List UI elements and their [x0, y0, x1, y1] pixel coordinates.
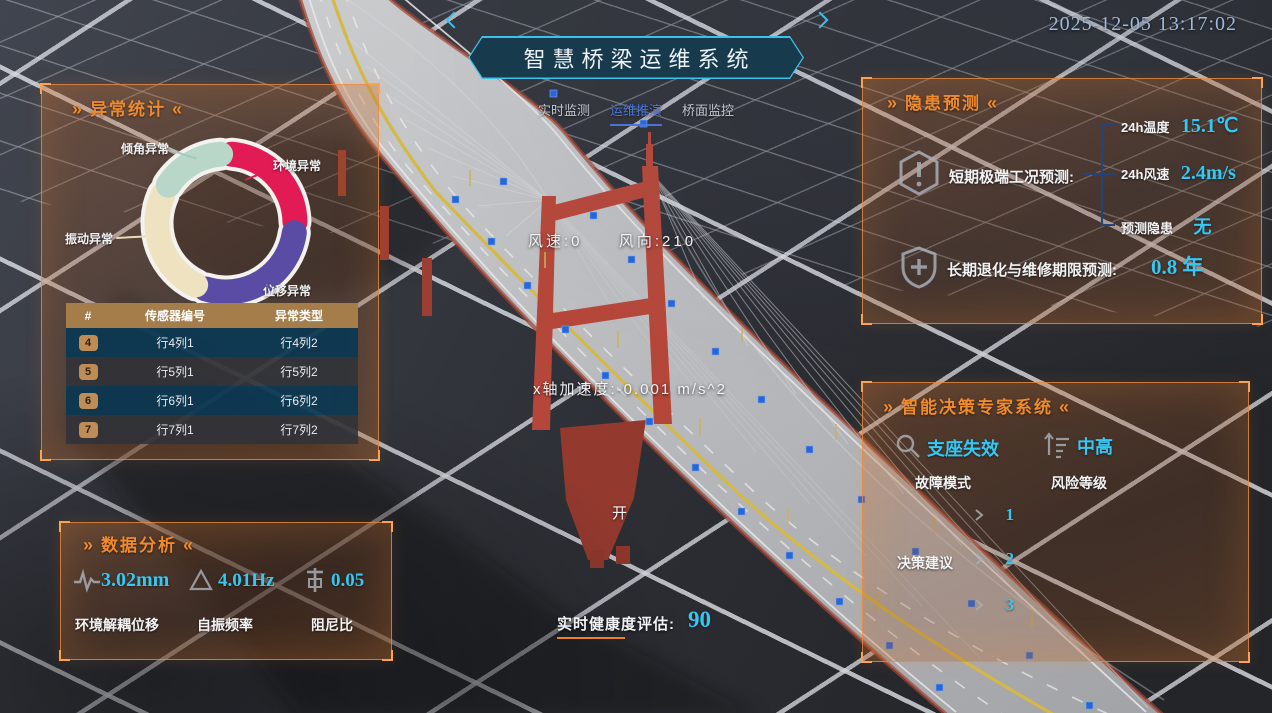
wind-label: 24h风速	[1121, 167, 1169, 182]
table-row[interactable]: 6 行6列1 行6列2	[66, 386, 358, 415]
analysis-panel-title: »数据分析«	[77, 531, 201, 556]
suggestions-label: 决策建议	[897, 553, 953, 573]
triangle-icon	[189, 569, 213, 591]
fault-mode-value: 支座失效	[927, 435, 999, 461]
health-score-value: 90	[688, 607, 711, 633]
wind-value: 2.4m/s	[1181, 162, 1236, 184]
row-index-badge: 7	[79, 422, 98, 438]
hazard-value: 无	[1193, 217, 1211, 237]
temp-label: 24h温度	[1121, 120, 1169, 135]
col-sensor-id: 传感器编号	[110, 303, 240, 328]
col-anomaly-type: 异常类型	[240, 303, 358, 328]
donut-label-tilt: 倾角异常	[121, 140, 169, 157]
tree-branch	[1103, 124, 1115, 126]
health-score-label: 实时健康度评估:	[557, 613, 675, 634]
forecast-temperature-row: 24h温度 15.1℃	[1121, 113, 1238, 138]
col-index: #	[66, 303, 110, 328]
displacement-value: 3.02mm	[101, 569, 169, 592]
anomaly-panel-title: »异常统计«	[66, 95, 190, 120]
alert-hexagon-icon	[897, 149, 941, 197]
forecast-wind-row: 24h风速 2.4m/s	[1121, 162, 1236, 185]
risk-level-label: 风险等级	[1051, 473, 1107, 493]
wind-readout: 风速:0 风向:210	[528, 230, 696, 251]
table-row[interactable]: 5 行5列1 行5列2	[66, 357, 358, 386]
damper-icon	[304, 567, 326, 593]
tree-branch	[1083, 173, 1101, 175]
tab-deck-surveillance[interactable]: 桥面监控	[682, 100, 734, 126]
risk-sort-icon	[1043, 431, 1071, 459]
waveform-icon	[73, 569, 101, 593]
health-underline	[557, 637, 625, 639]
hazard-panel-title: »隐患预测«	[881, 89, 1005, 114]
switch-open-toggle[interactable]: 开	[612, 502, 627, 523]
frequency-value: 4.01Hz	[218, 570, 274, 592]
donut-label-environment: 环境异常	[273, 157, 321, 174]
row-index-badge: 4	[79, 335, 98, 351]
data-analysis-panel: »数据分析« 3.02mm 4.01Hz 0.05 环境解耦位移 自振频率 阻尼…	[60, 522, 392, 660]
hazard-prediction-panel: »隐患预测« 短期极端工况预测: 24h温度 15.1℃ 24h风速 2.4m/…	[862, 78, 1262, 324]
row-index-badge: 6	[79, 393, 98, 409]
shield-plus-icon	[899, 245, 939, 289]
row-index-badge: 5	[79, 364, 98, 380]
frequency-label: 自振频率	[197, 615, 253, 635]
tab-om-simulation[interactable]: 运维推演	[610, 100, 662, 126]
damping-value: 0.05	[331, 570, 364, 592]
tree-branch	[1103, 224, 1115, 226]
displacement-label: 环境解耦位移	[75, 615, 159, 635]
decision-expert-panel: »智能决策专家系统« 支座失效 故障模式 中高 风险等级 决策建议 1 2 3	[862, 382, 1249, 662]
page-title: 智慧桥梁运维系统	[516, 42, 755, 74]
table-row[interactable]: 7 行7列1 行7列2	[66, 415, 358, 444]
tree-branch	[1103, 173, 1115, 175]
title-banner: 智慧桥梁运维系统	[468, 36, 804, 79]
search-icon	[895, 433, 921, 459]
suggestion-item-1[interactable]: 1	[973, 505, 1014, 525]
hazard-label: 预测隐患	[1121, 221, 1173, 236]
fault-mode-label: 故障模式	[915, 473, 971, 493]
chevron-right-icon	[973, 598, 985, 612]
anomaly-table-header-row: # 传感器编号 异常类型	[66, 303, 358, 328]
short-term-forecast-label: 短期极端工况预测:	[949, 166, 1074, 187]
long-term-forecast-label: 长期退化与维修期限预测:	[947, 259, 1117, 280]
damping-label: 阻尼比	[311, 615, 353, 635]
chevron-right-icon	[973, 508, 985, 522]
long-term-forecast-value: 0.8 年	[1151, 251, 1204, 281]
suggestion-item-3[interactable]: 3	[973, 595, 1014, 615]
risk-level-value: 中高	[1077, 433, 1113, 459]
suggestion-item-2[interactable]: 2	[973, 549, 1014, 569]
temp-value: 15.1℃	[1181, 115, 1238, 137]
decision-panel-title: »智能决策专家系统«	[877, 393, 1077, 418]
anomaly-statistics-panel: »异常统计« 倾角异常 环境异常 振动异常 位移异常 # 传感器编号 异常类型 …	[41, 84, 379, 460]
donut-label-displacement: 位移异常	[263, 282, 311, 299]
tab-realtime-monitoring[interactable]: 实时监测	[538, 100, 590, 126]
anomaly-table: # 传感器编号 异常类型 4 行4列1 行4列2 5 行5列1 行5列2 6 行…	[66, 303, 358, 444]
donut-label-vibration: 振动异常	[65, 230, 113, 247]
x-acceleration-readout: x轴加速度:-0.001 m/s^2	[533, 378, 727, 399]
tree-trunk	[1101, 124, 1103, 226]
forecast-hazard-row: 预测隐患 无	[1121, 213, 1211, 239]
wind-direction: 风向:210	[619, 233, 696, 250]
clock: 2025-12-05 13:17:02	[1049, 13, 1237, 36]
chevron-right-icon	[973, 552, 985, 566]
main-tab-bar: 实时监测 运维推演 桥面监控	[538, 100, 734, 126]
wind-speed: 风速:0	[528, 233, 583, 250]
table-row[interactable]: 4 行4列1 行4列2	[66, 328, 358, 357]
dashboard-root: 2025-12-05 13:17:02 智慧桥梁运维系统 实时监测 运维推演 桥…	[0, 0, 1272, 713]
